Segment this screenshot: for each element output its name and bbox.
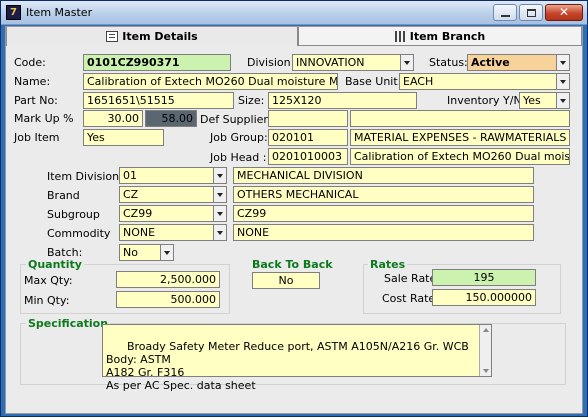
item-division-name-field: MECHANICAL DIVISION (233, 167, 534, 184)
maximize-icon (527, 9, 536, 17)
markup-secondary-field: 58.00 (145, 110, 197, 127)
job-head-name-field[interactable]: Calibration of Extech MO260 Dual moistur… (350, 148, 570, 165)
size-field[interactable]: 125X120 (268, 92, 417, 109)
brand-label: Brand (47, 189, 80, 202)
job-group-name-field[interactable]: MATERIAL EXPENSES - RAWMATERIALS (350, 129, 570, 146)
minimize-button[interactable] (493, 4, 517, 21)
base-unit-dropdown[interactable]: EACH (399, 73, 570, 90)
division-label: Division : (247, 56, 298, 69)
subgroup-chevron-down-icon[interactable] (213, 205, 227, 222)
batch-dropdown[interactable]: No (119, 244, 174, 261)
batch-chevron-down-icon[interactable] (160, 244, 174, 261)
base-unit-label: Base Unit: (345, 75, 402, 88)
item-division-dropdown[interactable]: 01 (119, 167, 227, 184)
job-item-label: Job Item (14, 131, 60, 144)
division-chevron-down-icon[interactable] (400, 54, 414, 71)
brand-name-field: OTHERS MECHANICAL (233, 186, 534, 203)
back-to-back-field[interactable]: No (252, 272, 320, 289)
cost-rate-label: Cost Rate (382, 292, 436, 305)
specification-scrollbar[interactable] (479, 325, 491, 376)
document-icon (106, 31, 119, 42)
status-dropdown[interactable]: Active (467, 54, 570, 71)
max-qty-label: Max Qty: (24, 274, 73, 287)
markup-field[interactable]: 30.00 (83, 110, 143, 127)
inventory-chevron-down-icon[interactable] (556, 92, 570, 109)
def-supplier-code-field[interactable] (268, 110, 348, 127)
status-chevron-down-icon[interactable] (556, 54, 570, 71)
min-qty-label: Min Qty: (24, 294, 70, 307)
subgroup-dropdown[interactable]: CZ99 (119, 205, 227, 222)
tab-item-branch-label: Item Branch (409, 29, 486, 43)
sale-rate-label: Sale Rate (384, 272, 437, 285)
brand-dropdown[interactable]: CZ (119, 186, 227, 203)
inventory-label: Inventory Y/N: (447, 94, 526, 107)
part-no-field[interactable]: 1651651\51515 (83, 92, 234, 109)
division-value: INNOVATION (292, 54, 401, 71)
job-group-label: Job Group: (210, 131, 268, 144)
close-button[interactable]: ✕ (545, 4, 583, 21)
commodity-name-field: NONE (233, 224, 534, 241)
maximize-button[interactable] (519, 4, 543, 21)
division-dropdown[interactable]: INNOVATION (292, 54, 414, 71)
job-item-field[interactable]: Yes (83, 129, 164, 146)
app-icon: 7 (6, 5, 21, 20)
window-title: Item Master (26, 6, 93, 19)
base-unit-chevron-down-icon[interactable] (556, 73, 570, 90)
tab-item-details[interactable]: Item Details (6, 27, 298, 46)
markup-label: Mark Up % (14, 112, 74, 125)
item-master-window: 7 Item Master ✕ Item Details Item Branch… (0, 0, 588, 417)
min-qty-field[interactable]: 500.000 (116, 291, 220, 308)
commodity-label: Commodity (47, 227, 111, 240)
item-division-label: Item Division (47, 170, 120, 183)
branch-icon (394, 30, 406, 42)
brand-code: CZ (119, 186, 214, 203)
tab-item-details-label: Item Details (122, 30, 198, 43)
name-field[interactable]: Calibration of Extech MO260 Dual moistur… (83, 73, 338, 90)
part-no-label: Part No: (14, 94, 58, 107)
max-qty-field[interactable]: 2,500.000 (116, 271, 220, 288)
form-body: Item Details Item Branch Code: 0101CZ990… (5, 26, 583, 414)
code-label: Code: (14, 56, 46, 69)
sale-rate-field[interactable]: 195 (432, 269, 536, 286)
job-group-code-field[interactable]: 020101 (268, 129, 348, 146)
job-head-label: Job Head : (210, 151, 267, 164)
status-label: Status: (429, 56, 468, 69)
cost-rate-field[interactable]: 150.000000 (432, 289, 536, 306)
subgroup-name-field: CZ99 (233, 205, 534, 222)
quantity-group-title: Quantity (26, 258, 84, 271)
code-field[interactable]: 0101CZ990371 (83, 54, 231, 71)
size-label: Size: (238, 94, 265, 107)
brand-chevron-down-icon[interactable] (213, 186, 227, 203)
item-division-code: 01 (119, 167, 214, 184)
commodity-chevron-down-icon[interactable] (213, 224, 227, 241)
back-to-back-title: Back To Back (252, 258, 333, 271)
tab-item-branch[interactable]: Item Branch (298, 27, 582, 46)
name-label: Name: (14, 75, 51, 88)
inventory-value: Yes (519, 92, 557, 109)
status-value: Active (467, 54, 557, 71)
inventory-dropdown[interactable]: Yes (519, 92, 570, 109)
specification-group-title: Specification (26, 317, 111, 330)
rates-group-title: Rates (368, 258, 408, 271)
base-unit-value: EACH (399, 73, 557, 90)
close-icon: ✕ (558, 5, 570, 19)
specification-textarea[interactable]: Broady Safety Meter Reduce port, ASTM A1… (102, 324, 492, 392)
commodity-code: NONE (119, 224, 214, 241)
def-supplier-name-field[interactable] (350, 110, 570, 127)
title-bar[interactable]: 7 Item Master ✕ (1, 1, 587, 25)
job-head-code-field[interactable]: 0201010003 (268, 148, 348, 165)
subgroup-code: CZ99 (119, 205, 214, 222)
def-supplier-label: Def Supplier: (200, 113, 272, 126)
item-division-chevron-down-icon[interactable] (213, 167, 227, 184)
subgroup-label: Subgroup (47, 208, 100, 221)
batch-value: No (119, 244, 161, 261)
commodity-dropdown[interactable]: NONE (119, 224, 227, 241)
minimize-icon (501, 15, 510, 17)
